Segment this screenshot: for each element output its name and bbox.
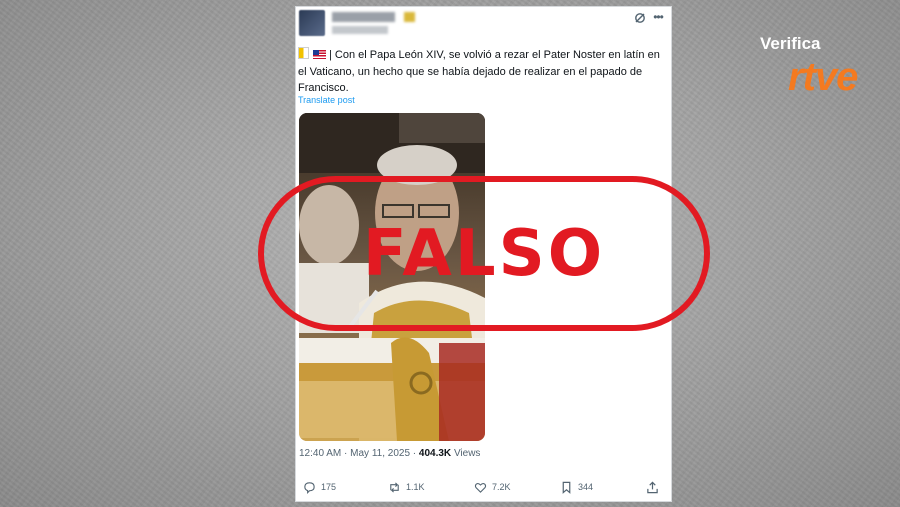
like-button[interactable]: 7.2K — [474, 479, 511, 495]
rtve-logo: rtve — [788, 55, 858, 99]
reply-count: 175 — [321, 482, 337, 492]
post-time[interactable]: 12:40 AM — [299, 448, 341, 459]
meta-separator: · — [341, 448, 351, 459]
like-count: 7.2K — [492, 482, 511, 492]
bookmark-icon — [562, 481, 571, 494]
verifica-logo-text: Verifica — [760, 34, 821, 53]
post-text: | Con el Papa León XIV, se volvió a reza… — [298, 47, 666, 97]
repost-button[interactable]: 1.1K — [388, 479, 425, 495]
more-icon[interactable]: ••• — [651, 11, 665, 24]
falso-stamp-label: FALSO — [362, 216, 606, 291]
reply-button[interactable]: 175 — [303, 479, 336, 495]
flag-us-icon — [313, 50, 326, 59]
user-handle[interactable]: ■■■■ ■■■■■ — [332, 26, 388, 34]
views-label: Views — [453, 448, 481, 459]
reply-icon — [304, 481, 315, 494]
grok-icon[interactable] — [634, 12, 646, 24]
post-body: | Con el Papa León XIV, se volvió a reza… — [298, 49, 660, 94]
repost-count: 1.1K — [406, 482, 425, 492]
flag-vatican-icon — [298, 47, 309, 59]
post-date[interactable]: May 11, 2025 — [350, 448, 410, 459]
post-meta: 12:40 AM · May 11, 2025 · 404.3K Views — [299, 448, 480, 459]
bookmark-count: 344 — [578, 482, 594, 492]
share-button[interactable] — [646, 479, 659, 495]
user-name[interactable]: ■■■■■■■■■ ✨ — [332, 12, 422, 22]
action-bar: 175 1.1K 7.2K 344 — [296, 479, 673, 497]
bookmark-button[interactable]: 344 — [560, 479, 593, 495]
views-count: 404.3K — [418, 448, 452, 459]
translate-post-link[interactable]: Translate post — [298, 95, 355, 105]
share-icon — [647, 481, 658, 493]
repost-icon — [390, 481, 399, 493]
avatar[interactable] — [299, 10, 325, 36]
like-icon — [474, 482, 487, 493]
